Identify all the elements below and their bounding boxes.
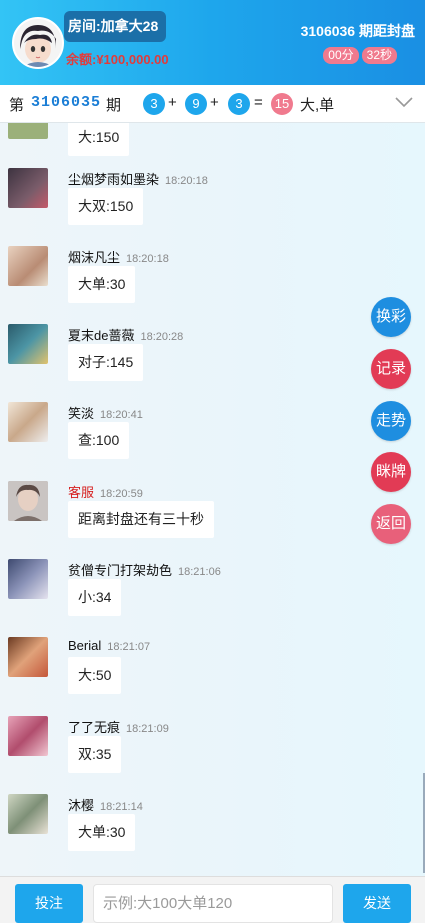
chat-message: 客服 18:20:59 距离封盘还有三十秒 bbox=[0, 481, 425, 559]
avatar bbox=[8, 637, 48, 677]
send-button[interactable]: 发送 bbox=[343, 884, 411, 923]
room-label: 房间:加拿大28 bbox=[64, 11, 167, 42]
result-ball-2: 9 bbox=[185, 93, 207, 115]
chat-message: 尘烟梦雨如墨染 18:20:18 大双:150 bbox=[0, 168, 425, 246]
chat-message: Berial 18:21:07 大:50 bbox=[0, 637, 425, 715]
result-op-equals: = bbox=[254, 94, 263, 111]
result-ball-1: 3 bbox=[143, 93, 165, 115]
message-sender: 笑淡 18:20:41 bbox=[68, 406, 143, 421]
chat-message: 烟沫凡尘 18:20:18 大单:30 bbox=[0, 246, 425, 324]
chat-message: 夏末de蔷薇 18:20:28 对子:145 bbox=[0, 324, 425, 402]
message-sender: 贫僧专门打架劫色 18:21:06 bbox=[68, 563, 221, 578]
message-bubble: 大单:30 bbox=[68, 266, 136, 303]
result-op-plus: + bbox=[168, 94, 177, 111]
avatar bbox=[8, 716, 48, 756]
bet-input[interactable] bbox=[93, 884, 333, 923]
message-time: 18:21:06 bbox=[178, 566, 221, 578]
message-bubble: 双:35 bbox=[68, 736, 122, 773]
bet-button[interactable]: 投注 bbox=[15, 884, 83, 923]
result-sum-ball: 15 bbox=[271, 93, 293, 115]
chat-message: 了了无痕 18:21:09 双:35 bbox=[0, 716, 425, 794]
message-sender: 夏末de蔷薇 18:20:28 bbox=[68, 328, 184, 343]
chat-message: 沐樱 18:21:14 大单:30 bbox=[0, 794, 425, 872]
message-bubble: 小:34 bbox=[68, 579, 122, 616]
message-time: 18:20:18 bbox=[126, 253, 169, 265]
message-time: 18:20:59 bbox=[100, 488, 143, 500]
message-sender: 了了无痕 18:21:09 bbox=[68, 720, 169, 735]
avatar bbox=[8, 168, 48, 208]
result-period: 3106035 bbox=[31, 94, 102, 111]
message-bubble: 查:100 bbox=[68, 422, 130, 459]
chat-message: 笑淡 18:20:41 查:100 bbox=[0, 402, 425, 480]
message-sender: 烟沫凡尘 18:20:18 bbox=[68, 250, 169, 265]
chat-message: 贫僧专门打架劫色 18:21:06 小:34 bbox=[0, 559, 425, 637]
message-time: 18:21:07 bbox=[107, 641, 151, 653]
result-suffix: 期 bbox=[106, 97, 122, 114]
avatar bbox=[8, 324, 48, 364]
bottom-bar: 投注 发送 bbox=[0, 876, 425, 923]
message-time: 18:20:18 bbox=[165, 175, 208, 187]
message-bubble: 大双:150 bbox=[68, 188, 144, 225]
message-time: 18:21:09 bbox=[126, 723, 169, 735]
message-time: 18:20:41 bbox=[100, 409, 143, 421]
result-op-plus: + bbox=[210, 94, 219, 111]
avatar bbox=[8, 794, 48, 834]
avatar bbox=[8, 559, 48, 599]
trend-button[interactable]: 走势 bbox=[371, 401, 411, 441]
message-bubble: 大:150 bbox=[68, 123, 130, 156]
chat-list[interactable]: 大:150 尘烟梦雨如墨染 18:20:18 大双:150 烟沫凡尘 18:20:1… bbox=[0, 123, 425, 876]
countdown: 00分 32秒 bbox=[323, 47, 397, 64]
back-button[interactable]: 返回 bbox=[371, 504, 411, 544]
message-bubble: 距离封盘还有三十秒 bbox=[68, 501, 214, 538]
result-ball-3: 3 bbox=[228, 93, 250, 115]
records-button[interactable]: 记录 bbox=[371, 349, 411, 389]
countdown-minutes: 00分 bbox=[323, 47, 359, 64]
message-bubble: 大单:30 bbox=[68, 814, 136, 851]
period-close-label: 3106036 期距封盘 bbox=[300, 23, 415, 39]
message-sender: 客服 18:20:59 bbox=[68, 485, 143, 500]
user-avatar[interactable] bbox=[12, 17, 64, 69]
last-result-bar[interactable]: 第 3106035 期 3 + 9 + 3 = 15 大,单 bbox=[0, 85, 425, 123]
balance-text: 余额:¥100,000.00 bbox=[66, 52, 169, 67]
countdown-seconds: 32秒 bbox=[361, 47, 397, 64]
switch-lottery-button[interactable]: 换彩 bbox=[371, 297, 411, 337]
result-text: 大,单 bbox=[300, 97, 335, 114]
message-sender: Berial 18:21:07 bbox=[68, 638, 151, 653]
chevron-down-icon[interactable] bbox=[395, 95, 413, 109]
message-bubble: 大:50 bbox=[68, 657, 122, 694]
message-sender: 尘烟梦雨如墨染 18:20:18 bbox=[68, 172, 208, 187]
avatar bbox=[8, 481, 48, 521]
avatar bbox=[8, 402, 48, 442]
message-sender: 沐樱 18:21:14 bbox=[68, 798, 143, 813]
avatar bbox=[8, 123, 48, 139]
message-time: 18:20:28 bbox=[140, 331, 184, 343]
message-bubble: 对子:145 bbox=[68, 344, 144, 381]
message-time: 18:21:14 bbox=[100, 801, 143, 813]
squeeze-card-button[interactable]: 眯牌 bbox=[371, 452, 411, 492]
result-prefix: 第 bbox=[9, 97, 25, 114]
avatar bbox=[8, 246, 48, 286]
top-header: 房间:加拿大28 余额:¥100,000.00 3106036 期距封盘 00分… bbox=[0, 0, 425, 85]
